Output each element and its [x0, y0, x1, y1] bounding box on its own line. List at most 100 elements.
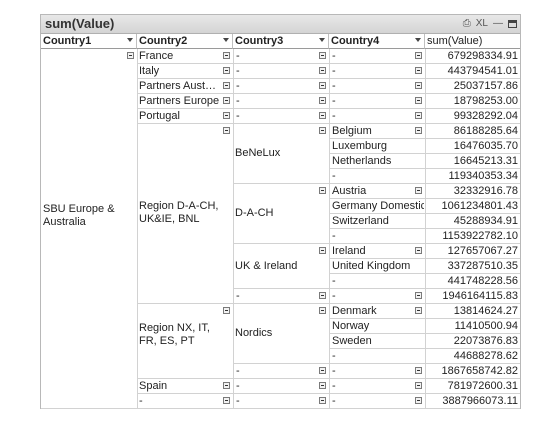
value-cell: 32332916.78: [453, 185, 518, 197]
collapse-icon[interactable]: [415, 397, 422, 404]
country4-cell: Belgium: [332, 125, 372, 137]
value-cell: 16645213.31: [453, 155, 518, 167]
row-divider: [329, 153, 520, 154]
collapse-icon[interactable]: [415, 292, 422, 299]
collapse-icon[interactable]: [223, 52, 230, 59]
collapse-icon[interactable]: [415, 247, 422, 254]
collapse-icon[interactable]: [415, 52, 422, 59]
row-divider: [329, 333, 520, 334]
print-icon[interactable]: ⎙: [463, 17, 471, 30]
collapse-icon[interactable]: [319, 367, 326, 374]
row-divider: [233, 183, 329, 184]
value-cell: 679298334.91: [447, 50, 518, 62]
collapse-icon[interactable]: [223, 67, 230, 74]
country2-cell: France: [139, 50, 174, 62]
collapse-icon[interactable]: [415, 187, 422, 194]
dropdown-arrow-icon[interactable]: [223, 38, 229, 42]
header-country4[interactable]: Country4: [329, 34, 425, 49]
row-divider: [233, 93, 329, 94]
country2-cell: Partners Aust…: [139, 80, 217, 92]
country4-cell: -: [332, 80, 336, 92]
collapse-icon[interactable]: [415, 97, 422, 104]
country3-cell: D-A-CH: [235, 207, 274, 219]
value-cell: 1061234801.43: [441, 200, 518, 212]
country4-cell: Austria: [332, 185, 367, 197]
value-cell: 3887966073.11: [442, 395, 518, 407]
country3-cell: -: [236, 110, 240, 122]
row-divider: [233, 303, 329, 304]
collapse-icon[interactable]: [415, 367, 422, 374]
column-divider: [233, 49, 234, 409]
collapse-icon[interactable]: [415, 82, 422, 89]
country3-cell: -: [236, 50, 240, 62]
collapse-icon[interactable]: [415, 382, 422, 389]
collapse-icon[interactable]: [415, 112, 422, 119]
value-cell: 781972600.31: [447, 380, 518, 392]
collapse-icon[interactable]: [223, 127, 230, 134]
collapse-icon[interactable]: [223, 97, 230, 104]
row-divider: [329, 78, 520, 79]
value-cell: 86188285.64: [453, 125, 518, 137]
collapse-icon[interactable]: [223, 382, 230, 389]
country4-cell: -: [332, 230, 336, 242]
country4-cell: -: [332, 365, 336, 377]
row-divider: [329, 273, 520, 274]
row-divider: [329, 288, 520, 289]
collapse-icon[interactable]: [223, 112, 230, 119]
collapse-icon[interactable]: [223, 82, 230, 89]
value-cell: 45288934.91: [453, 215, 518, 227]
row-divider: [233, 63, 329, 64]
collapse-icon[interactable]: [415, 67, 422, 74]
value-cell: 1946164115.83: [442, 290, 518, 302]
value-cell: 13814624.27: [453, 305, 518, 317]
collapse-icon[interactable]: [319, 187, 326, 194]
value-cell: 16476035.70: [453, 140, 518, 152]
row-divider: [233, 288, 329, 289]
country4-cell: -: [332, 65, 336, 77]
collapse-icon[interactable]: [319, 247, 326, 254]
country2-cell: Region NX, IT, FR, ES, PT: [139, 321, 210, 347]
collapse-icon[interactable]: [319, 52, 326, 59]
row-divider: [329, 63, 520, 64]
country2-cell: Spain: [139, 380, 168, 392]
dropdown-arrow-icon[interactable]: [319, 38, 325, 42]
dropdown-arrow-icon[interactable]: [127, 38, 133, 42]
header-country2[interactable]: Country2: [137, 34, 233, 49]
row-divider: [233, 123, 329, 124]
value-cell: 441748228.56: [447, 275, 518, 287]
minimize-icon[interactable]: —: [493, 17, 503, 30]
collapse-icon[interactable]: [223, 397, 230, 404]
collapse-icon[interactable]: [319, 97, 326, 104]
maximize-icon[interactable]: [508, 19, 517, 28]
country4-cell: -: [332, 275, 336, 287]
collapse-icon[interactable]: [319, 82, 326, 89]
collapse-icon[interactable]: [319, 67, 326, 74]
header-country3[interactable]: Country3: [233, 34, 329, 49]
collapse-icon[interactable]: [319, 382, 326, 389]
header-country2-label: Country2: [139, 35, 188, 47]
collapse-icon[interactable]: [127, 52, 134, 59]
country4-cell: -: [332, 95, 336, 107]
row-divider: [329, 108, 520, 109]
row-divider: [233, 243, 329, 244]
country4-cell: -: [332, 110, 336, 122]
header-value[interactable]: sum(Value): [425, 34, 520, 49]
country2-cell: Partners Europe: [139, 95, 219, 107]
excel-export-icon[interactable]: XL: [476, 17, 488, 30]
collapse-icon[interactable]: [223, 307, 230, 314]
collapse-icon[interactable]: [319, 112, 326, 119]
value-cell: 44688278.62: [453, 350, 518, 362]
column-divider: [425, 49, 426, 409]
collapse-icon[interactable]: [319, 127, 326, 134]
dropdown-arrow-icon[interactable]: [415, 38, 421, 42]
collapse-icon[interactable]: [319, 307, 326, 314]
country4-cell: -: [332, 395, 336, 407]
collapse-icon[interactable]: [415, 307, 422, 314]
collapse-icon[interactable]: [415, 127, 422, 134]
row-divider: [329, 168, 520, 169]
collapse-icon[interactable]: [319, 292, 326, 299]
header-country1[interactable]: Country1: [41, 34, 137, 49]
country3-cell: -: [236, 95, 240, 107]
collapse-icon[interactable]: [319, 397, 326, 404]
row-divider: [329, 348, 520, 349]
